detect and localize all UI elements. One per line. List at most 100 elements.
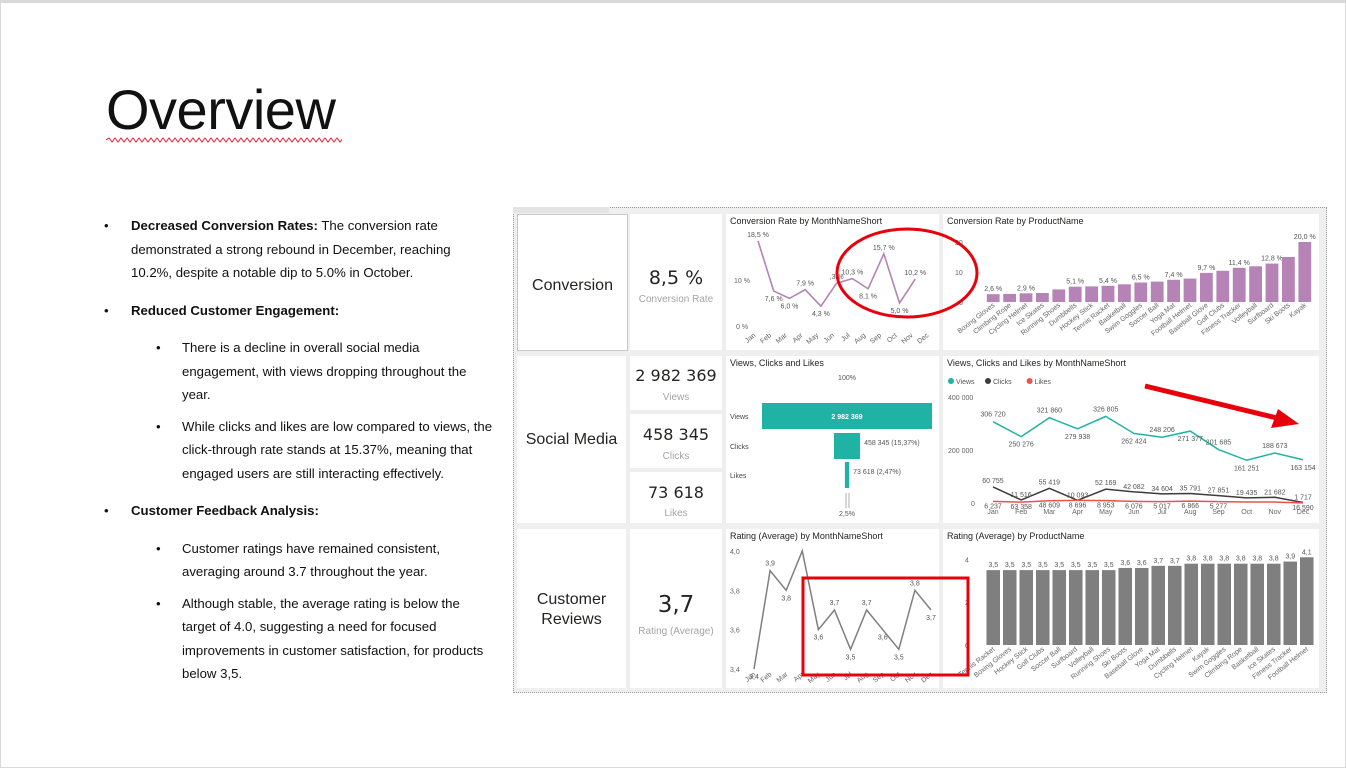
x-tick-label: Mar (776, 671, 790, 685)
data-label: 279 938 (1065, 434, 1090, 441)
data-label: 3,9 (765, 561, 775, 568)
data-label: 3,7 (830, 600, 840, 607)
sub-bullet: Although stable, the average rating is b… (104, 592, 494, 686)
data-label: 250 276 (1009, 442, 1034, 449)
bar (1003, 293, 1016, 302)
bar (1052, 289, 1066, 302)
x-tick-label: May (806, 332, 821, 346)
x-tick-label: Dec (920, 671, 934, 685)
data-label: 20,0 % (1294, 234, 1316, 241)
data-label: 27 851 (1208, 488, 1230, 495)
data-label: 3,6 (813, 635, 823, 642)
data-label: 3,7 (862, 600, 872, 607)
social-month-chart: Views Clicks Likes 400 000 200 000 0 306 720 25… (948, 378, 1316, 516)
kpi-card-likes: 73 618 Likes (630, 472, 722, 523)
legend-label: Likes (1035, 379, 1052, 386)
kpi-label: Rating (Average) (638, 626, 714, 637)
data-label: 262 424 (1121, 438, 1146, 445)
section-card-conversion: Conversion (517, 214, 628, 351)
data-label: 3,7 (1170, 558, 1180, 565)
x-tick-label: Sep (1212, 509, 1225, 516)
y-tick-label: 4,0 (730, 549, 740, 556)
bullet-heading: Customer Feedback Analysis: (131, 503, 319, 518)
data-label: 3,9 (1285, 554, 1295, 561)
x-tick-label: Mar (775, 332, 789, 346)
kpi-card-rating: 3,7 Rating (Average) (630, 529, 722, 688)
data-label: 12,8 % (1261, 256, 1283, 263)
data-label: 3,8 (1203, 556, 1213, 563)
data-label: 60 755 (982, 478, 1004, 485)
kpi-label: Likes (664, 508, 688, 519)
bar (1101, 285, 1115, 302)
bullet-list[interactable]: Decreased Conversion Rates: The conversi… (104, 214, 494, 694)
data-label: 248 206 (1149, 427, 1174, 434)
bar (1217, 563, 1232, 645)
bar (1052, 570, 1067, 645)
data-label: 3,5 (1087, 562, 1097, 569)
data-label: 15,7 % (873, 245, 895, 252)
data-label: 6,5 % (1132, 275, 1150, 282)
x-tick-label: Nov (904, 671, 918, 685)
data-label: 3,7 (1153, 558, 1163, 565)
bar (1167, 279, 1180, 302)
data-label: 7,6 % (765, 296, 783, 303)
x-tick-label: Feb (1015, 509, 1027, 516)
data-label: 18,5 % (747, 232, 769, 239)
section-label-line: Reviews (541, 611, 602, 628)
data-label: 3,6 (1120, 560, 1130, 567)
x-tick-label: Kayak (1288, 302, 1308, 320)
legend-label: Views (956, 379, 975, 386)
x-tick-label: Jun (1128, 509, 1139, 516)
chart-card-funnel: Views, Clicks and Likes 100% Views 2 982 3… (726, 356, 939, 523)
legend-marker (1026, 378, 1033, 384)
bar (1216, 270, 1230, 302)
data-label: 3,5 (894, 654, 904, 661)
section-card-social: Social Media (517, 356, 626, 523)
bar (1200, 563, 1215, 645)
x-tick-label: May (1099, 509, 1113, 516)
data-label: 5,1 % (1066, 279, 1084, 286)
data-label: 306 720 (980, 412, 1005, 419)
data-label: 188 673 (1262, 443, 1287, 450)
chart-card-rating-month: Rating (Average) by MonthNameShort 4,0 3,… (726, 529, 939, 688)
sub-bullet: While clicks and likes are low compared … (104, 415, 494, 486)
data-label: 10 093 (1067, 492, 1089, 499)
data-label: 21 682 (1264, 489, 1286, 496)
x-tick-label: Aug (856, 671, 870, 684)
funnel-chart: 100% Views 2 982 369 Clicks 458 345 (15,37%)… (730, 375, 932, 518)
conversion-month-chart: 10 %0 %18,5 %7,6 %6,0 %7,9 %4,3 %,3 %10,… (734, 232, 931, 346)
data-label: 3,8 (1219, 556, 1229, 563)
x-tick-label: Nov (1269, 509, 1282, 516)
data-label: 19 435 (1236, 490, 1258, 497)
bar (1150, 281, 1164, 302)
kpi-value: 458 345 (642, 425, 710, 444)
bar (1283, 561, 1298, 645)
data-label: 4,1 (1302, 549, 1312, 556)
data-label: 3,8 (1186, 556, 1196, 563)
bar (1265, 263, 1279, 302)
conversion-product-chart: 201002,6 %Boxing GlovesClimbing Rope2,9 … (955, 234, 1316, 338)
bar (1118, 284, 1131, 302)
y-tick-label: 10 (955, 270, 963, 277)
kpi-label: Conversion Rate (638, 294, 714, 305)
legend-label: Clicks (993, 379, 1012, 386)
category-label: Clicks (730, 444, 749, 451)
bullet-feedback: Customer Feedback Analysis: (104, 499, 494, 523)
bottom-label: 2,5% (839, 511, 855, 518)
section-label-conversion: Conversion (532, 277, 613, 294)
y-tick-label: 2 (965, 600, 969, 607)
data-label: 35 791 (1180, 486, 1202, 493)
data-label: 3,8 (1252, 556, 1262, 563)
bar (1167, 565, 1182, 645)
bullet-engagement: Reduced Customer Engagement: (104, 299, 494, 323)
rating-month-chart: 4,03,83,63,43,43,93,83,63,73,53,73,63,53… (730, 548, 936, 685)
x-tick-label: Feb (759, 332, 773, 345)
slide-title[interactable]: Overview (106, 82, 336, 138)
bar (1183, 278, 1197, 302)
bar (1085, 286, 1098, 302)
bar (1019, 570, 1034, 645)
data-label: 34 604 (1151, 486, 1173, 493)
bar (1002, 570, 1017, 645)
y-tick-label: 0 (965, 643, 969, 650)
bar (1282, 257, 1295, 302)
